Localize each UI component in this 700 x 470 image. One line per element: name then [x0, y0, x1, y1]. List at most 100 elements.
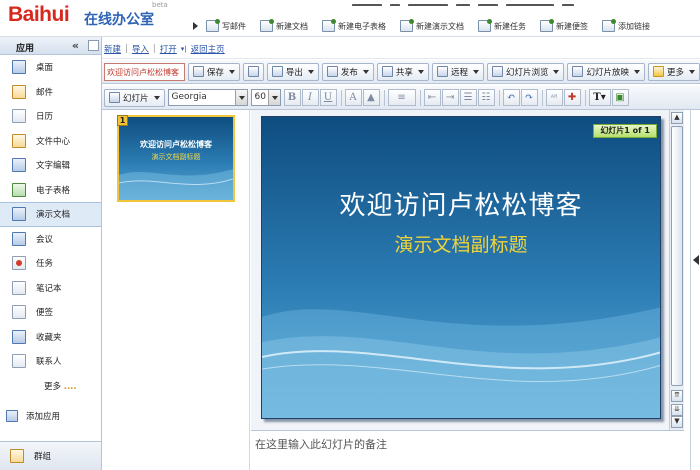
group-button[interactable]: 群组: [0, 441, 101, 470]
more-button[interactable]: 更多: [647, 62, 700, 81]
publish-icon: [326, 66, 338, 77]
sidebar-item-notebook[interactable]: 笔记本: [0, 276, 101, 301]
sidebar-item-files[interactable]: 文件中心: [0, 129, 101, 154]
slide-notes-area[interactable]: 在这里输入此幻灯片的备注: [251, 430, 684, 470]
indent-icon[interactable]: ⇥: [441, 89, 459, 106]
slide-show-button[interactable]: 幻灯片放映: [567, 62, 645, 81]
font-size-select[interactable]: 60: [250, 89, 281, 106]
sidebar-item-favorites[interactable]: 收藏夹: [0, 325, 101, 350]
align-icon[interactable]: ≡: [387, 89, 416, 106]
slide-subtitle[interactable]: 演示文档副标题: [262, 230, 660, 257]
italic-button[interactable]: I: [301, 89, 319, 106]
text-box-icon[interactable]: T▾: [588, 89, 611, 106]
right-panel-edge: [684, 110, 700, 470]
vertical-scrollbar[interactable]: ▲ ⇈ ⇊ ▼: [669, 110, 684, 430]
undo-icon[interactable]: ↶: [502, 89, 520, 106]
bold-button[interactable]: B: [283, 89, 301, 106]
add-app-icon: [6, 410, 18, 422]
sidebar-item-meeting[interactable]: 会议: [0, 227, 101, 252]
sidebar-item-calendar[interactable]: 日历: [0, 104, 101, 129]
sidebar-item-spreadsheet[interactable]: 电子表格: [0, 178, 101, 203]
collapse-sidebar-icon[interactable]: «: [72, 39, 79, 52]
table-icon[interactable]: ✚: [563, 89, 581, 106]
play-arrow-icon[interactable]: [193, 22, 198, 30]
lightning-icon: [652, 66, 664, 77]
brand-logo[interactable]: Baihui: [8, 3, 70, 27]
presentation-title-input[interactable]: 欢迎访问卢松松博客: [104, 62, 185, 81]
scroll-top-icon[interactable]: ⇈: [671, 390, 683, 402]
slideshow-icon: [572, 66, 584, 77]
new-presentation-button[interactable]: 新建演示文档: [400, 19, 464, 32]
outdent-icon[interactable]: ⇤: [423, 89, 441, 106]
sidebar-item-writer[interactable]: 文字编辑: [0, 153, 101, 178]
quick-actions: 写邮件 新建文档 新建电子表格 新建演示文档 新建任务 新建便签 添加链接: [185, 16, 664, 36]
current-slide[interactable]: 欢迎访问卢松松博客 演示文档副标题: [261, 116, 661, 419]
scroll-bottom-icon[interactable]: ⇊: [671, 404, 683, 416]
save-button[interactable]: 保存: [187, 62, 240, 81]
menu-back-home[interactable]: 返回主页: [191, 43, 225, 55]
new-task-button[interactable]: 新建任务: [478, 19, 526, 32]
bullet-list-icon[interactable]: ☰: [459, 89, 477, 106]
add-link-button[interactable]: 添加链接: [602, 19, 650, 32]
image-icon[interactable]: ▣: [611, 89, 629, 106]
scroll-up-icon[interactable]: ▲: [671, 112, 683, 124]
chevron-down-icon: [472, 69, 479, 74]
slide-editor-canvas: 幻灯片1 of 1 欢迎访问卢松松博客 演示文档副标题: [251, 110, 684, 430]
open-dropdown-icon[interactable]: ▾|: [181, 45, 187, 53]
format-toolbar: 幻灯片 Georgia 60 B I U A ▲ ≡ ⇤ ⇥ ☰ ☷ ↶ ↷ ᴬ…: [102, 86, 700, 110]
top-bar: Baihui 在线办公室 beta 写邮件 新建文档 新建电子表格 新建演示文档…: [0, 0, 700, 37]
sidebar-item-presentation[interactable]: 演示文档: [0, 202, 101, 227]
font-color-icon[interactable]: A: [344, 89, 362, 106]
menu-open[interactable]: 打开: [160, 43, 177, 55]
sidebar-item-task[interactable]: 任务: [0, 251, 101, 276]
compose-mail-button[interactable]: 写邮件: [206, 19, 246, 32]
slide-title[interactable]: 欢迎访问卢松松博客: [262, 185, 660, 222]
task-icon: [12, 256, 26, 271]
slide-browse-button[interactable]: 幻灯片浏览: [486, 62, 565, 81]
highlight-icon[interactable]: ▲: [362, 89, 380, 106]
new-document-button[interactable]: 新建文档: [260, 19, 308, 32]
add-app-button[interactable]: 添加应用: [6, 410, 60, 422]
slide-thumbnails-panel: 欢迎访问卢松松博客 演示文档副标题 1: [102, 110, 250, 470]
compose-mail-icon: [206, 19, 220, 32]
slide-number-badge: 1: [117, 115, 128, 126]
contacts-icon: [12, 354, 26, 369]
new-spreadsheet-button[interactable]: 新建电子表格: [322, 19, 386, 32]
number-list-icon[interactable]: ☷: [477, 89, 495, 106]
thumbnail-subtitle: 演示文档副标题: [151, 153, 201, 161]
menu-new[interactable]: 新建: [104, 43, 121, 55]
slide-thumbnail[interactable]: 欢迎访问卢松松博客 演示文档副标题: [117, 115, 235, 202]
chevron-down-icon: [362, 69, 369, 74]
scroll-down-icon[interactable]: ▼: [671, 416, 683, 428]
sidebar-item-desktop[interactable]: 桌面: [0, 55, 101, 80]
new-task-icon: [478, 19, 492, 32]
new-note-icon: [540, 19, 554, 32]
underline-button[interactable]: U: [319, 89, 337, 106]
app-sidebar: 应用 « 桌面 邮件 日历 文件中心 文字编辑 电子表格 演示文档 会议 任务 …: [0, 37, 102, 470]
export-button[interactable]: 导出: [266, 62, 319, 81]
publish-button[interactable]: 发布: [321, 62, 374, 81]
slide-menu-button[interactable]: 幻灯片: [104, 88, 165, 107]
scroll-thumb[interactable]: [671, 126, 683, 386]
presentation-icon: [12, 207, 26, 222]
menu-import[interactable]: 导入: [132, 43, 149, 55]
sidebar-item-mail[interactable]: 邮件: [0, 80, 101, 105]
cropped-top-strip: [348, 0, 668, 6]
sidebar-settings-icon[interactable]: [88, 40, 99, 51]
slide-icon: [109, 92, 120, 103]
sidebar-item-sticky-note[interactable]: 便签: [0, 300, 101, 325]
remote-button[interactable]: 远程: [431, 62, 484, 81]
share-button[interactable]: 共享: [376, 62, 429, 81]
new-note-button[interactable]: 新建便签: [540, 19, 588, 32]
sidebar-item-contacts[interactable]: 联系人: [0, 349, 101, 374]
chevron-down-icon: [633, 69, 640, 74]
expand-panel-icon[interactable]: [693, 255, 699, 265]
folder-icon: [12, 133, 26, 148]
new-presentation-icon: [400, 19, 414, 32]
spellcheck-icon[interactable]: ᴬᴮ: [545, 89, 563, 106]
sidebar-more-link[interactable]: 更多 ....: [0, 374, 101, 396]
slide-count-badge: 幻灯片1 of 1: [593, 124, 657, 138]
font-family-select[interactable]: Georgia: [167, 89, 248, 106]
redo-icon[interactable]: ↷: [520, 89, 538, 106]
print-button[interactable]: [242, 62, 264, 81]
